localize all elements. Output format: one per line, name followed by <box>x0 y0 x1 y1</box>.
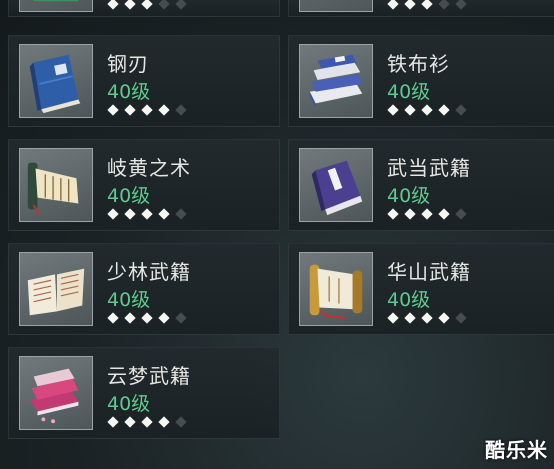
star-empty-icon <box>175 416 187 428</box>
star-filled-icon <box>421 0 433 10</box>
item-name: 少林武籍 <box>107 260 191 284</box>
star-filled-icon <box>141 416 153 428</box>
item-card-gangren[interactable]: 钢刃 40级 <box>8 35 280 127</box>
item-level: 40级 <box>107 81 151 103</box>
star-filled-icon <box>124 104 136 116</box>
scroll-icon <box>19 148 93 222</box>
star-empty-icon <box>175 104 187 116</box>
item-card-shaolinwuji[interactable]: 少林武籍 40级 <box>8 243 280 335</box>
stacked-books-icon <box>299 44 373 118</box>
star-filled-icon <box>107 416 119 428</box>
item-card-partial-left[interactable] <box>8 0 280 17</box>
item-name: 岐黄之术 <box>107 156 191 180</box>
blue-book-icon <box>19 44 93 118</box>
item-card-yunmengwuji[interactable]: 云梦武籍 40级 <box>8 347 280 439</box>
star-filled-icon <box>387 0 399 10</box>
star-filled-icon <box>404 104 416 116</box>
star-filled-icon <box>158 104 170 116</box>
star-filled-icon <box>107 208 119 220</box>
star-filled-icon <box>404 0 416 10</box>
star-filled-icon <box>387 312 399 324</box>
partial-item-icon <box>19 0 93 12</box>
star-empty-icon <box>438 0 450 10</box>
star-filled-icon <box>107 104 119 116</box>
star-empty-icon <box>175 0 187 10</box>
star-filled-icon <box>438 208 450 220</box>
star-filled-icon <box>124 312 136 324</box>
partial-item-icon <box>299 0 373 12</box>
star-filled-icon <box>438 312 450 324</box>
star-filled-icon <box>141 208 153 220</box>
item-card-huashanwuji[interactable]: 华山武籍 40级 <box>288 243 554 335</box>
star-filled-icon <box>158 208 170 220</box>
item-card-wudangwuji[interactable]: 武当武籍 40级 <box>288 139 554 231</box>
item-level: 40级 <box>387 185 431 207</box>
star-filled-icon <box>387 104 399 116</box>
star-empty-icon <box>455 208 467 220</box>
star-filled-icon <box>421 104 433 116</box>
golden-scroll-icon <box>299 252 373 326</box>
item-level: 40级 <box>387 289 431 311</box>
item-name: 钢刃 <box>107 52 149 76</box>
item-level: 40级 <box>107 393 151 415</box>
star-filled-icon <box>141 0 153 10</box>
star-filled-icon <box>158 312 170 324</box>
star-empty-icon <box>455 312 467 324</box>
star-filled-icon <box>107 0 119 10</box>
item-level: 40级 <box>107 185 151 207</box>
star-filled-icon <box>124 416 136 428</box>
item-name: 华山武籍 <box>387 260 471 284</box>
star-filled-icon <box>158 416 170 428</box>
item-name: 铁布衫 <box>387 52 450 76</box>
star-filled-icon <box>438 104 450 116</box>
item-name: 武当武籍 <box>387 156 471 180</box>
star-filled-icon <box>141 312 153 324</box>
star-filled-icon <box>124 208 136 220</box>
star-filled-icon <box>421 312 433 324</box>
star-empty-icon <box>158 0 170 10</box>
star-filled-icon <box>141 104 153 116</box>
item-level: 40级 <box>107 289 151 311</box>
purple-book-icon <box>299 148 373 222</box>
star-filled-icon <box>421 208 433 220</box>
item-level: 40级 <box>387 81 431 103</box>
star-filled-icon <box>387 208 399 220</box>
item-name: 云梦武籍 <box>107 364 191 388</box>
star-filled-icon <box>107 312 119 324</box>
star-filled-icon <box>404 208 416 220</box>
star-filled-icon <box>124 0 136 10</box>
star-filled-icon <box>404 312 416 324</box>
pink-books-icon <box>19 356 93 430</box>
watermark-text: 酷乐米 <box>485 438 548 462</box>
star-empty-icon <box>455 104 467 116</box>
star-empty-icon <box>175 312 187 324</box>
star-empty-icon <box>455 0 467 10</box>
item-card-qihuangzhishu[interactable]: 岐黄之术 40级 <box>8 139 280 231</box>
item-card-partial-right[interactable] <box>288 0 554 17</box>
star-empty-icon <box>175 208 187 220</box>
item-card-tiebushan[interactable]: 铁布衫 40级 <box>288 35 554 127</box>
open-book-icon <box>19 252 93 326</box>
